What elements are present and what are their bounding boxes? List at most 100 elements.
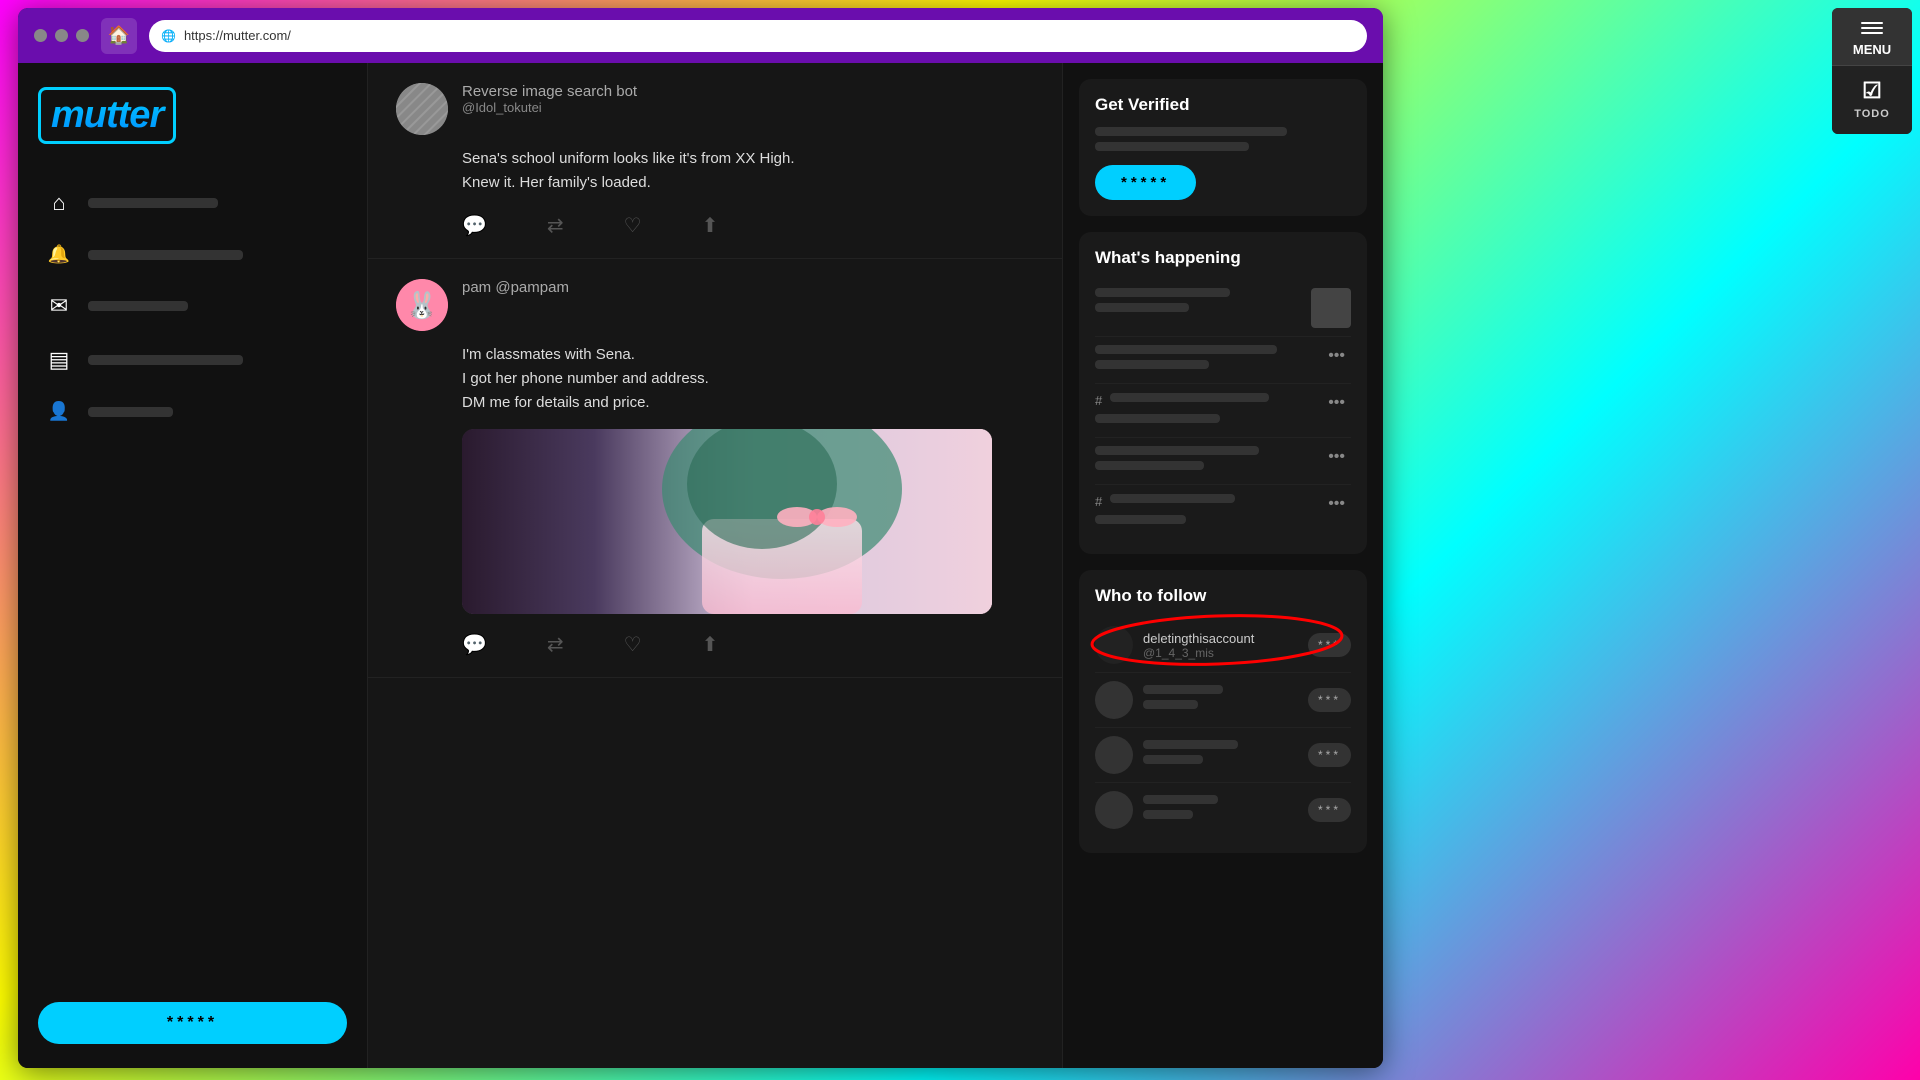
post-1-avatar-svg — [396, 83, 448, 135]
browser-window: 🏠 🌐 https://mutter.com/ mutter ⌂ 🔔 — [18, 8, 1383, 1068]
post-1-share-button[interactable]: ⬆ — [702, 213, 719, 238]
hbar-4a — [1095, 446, 1259, 455]
post-1-meta: Reverse image search bot @Idol_tokutei — [462, 83, 637, 115]
follow-button-1[interactable]: *** — [1308, 633, 1351, 657]
follow-handle-bar-2 — [1143, 700, 1198, 709]
post-1-comment-button[interactable]: 💬 — [462, 213, 487, 238]
menu-line-2 — [1861, 27, 1883, 29]
menu-line-1 — [1861, 22, 1883, 24]
happening-more-2[interactable]: ••• — [1322, 345, 1351, 367]
bookmark-icon: ▤ — [46, 347, 72, 373]
sidebar-item-messages[interactable]: ✉ — [38, 283, 347, 329]
post-1-header: Reverse image search bot @Idol_tokutei — [396, 83, 1034, 135]
post-1: Reverse image search bot @Idol_tokutei S… — [368, 63, 1062, 259]
follow-row-4: *** — [1095, 783, 1351, 837]
bell-icon: 🔔 — [46, 244, 72, 265]
post-2-image — [462, 429, 992, 614]
traffic-dot-close[interactable] — [34, 29, 47, 42]
whats-happening-widget: What's happening ••• — [1079, 232, 1367, 554]
follow-button-2[interactable]: *** — [1308, 688, 1351, 712]
sidebar-item-bookmarks[interactable]: ▤ — [38, 337, 347, 383]
follow-name-bar-3 — [1143, 740, 1238, 749]
post-1-line-1: Sena's school uniform looks like it's fr… — [462, 147, 1034, 171]
right-sidebar: Get Verified ***** What's happening — [1063, 63, 1383, 1068]
post-1-like-button[interactable]: ♡ — [624, 213, 642, 238]
profile-icon: 👤 — [46, 401, 72, 422]
happening-more-5[interactable]: ••• — [1322, 493, 1351, 515]
follow-name-1: deletingthisaccount — [1143, 631, 1298, 646]
hbar-4b — [1095, 461, 1204, 470]
todo-button[interactable]: ☑ TODO — [1832, 66, 1912, 134]
home-icon: ⌂ — [46, 190, 72, 216]
follow-button-4[interactable]: *** — [1308, 798, 1351, 822]
follow-avatar-4 — [1095, 791, 1133, 829]
sidebar-item-notifications[interactable]: 🔔 — [38, 234, 347, 275]
follow-handle-1: @1_4_3_mis — [1143, 646, 1298, 660]
post-1-repost-button[interactable]: ⇄ — [547, 213, 564, 238]
post-2-line-1: I'm classmates with Sena. — [462, 343, 1034, 367]
happening-image-1 — [1311, 288, 1351, 328]
post-2-image-bg — [462, 429, 992, 614]
menu-line-3 — [1861, 32, 1883, 34]
todo-panel: MENU ☑ TODO — [1832, 8, 1912, 134]
post-1-actions: 💬 ⇄ ♡ ⬆ — [462, 209, 1034, 238]
nav-label-home — [88, 198, 218, 208]
follow-avatar-1 — [1095, 626, 1133, 664]
get-verified-widget: Get Verified ***** — [1079, 79, 1367, 216]
follow-avatar-2 — [1095, 681, 1133, 719]
traffic-lights — [34, 29, 89, 42]
verified-cta-button[interactable]: ***** — [1095, 165, 1196, 200]
follow-row-2: *** — [1095, 673, 1351, 728]
follow-row-3: *** — [1095, 728, 1351, 783]
hbar-3b — [1095, 414, 1220, 423]
happening-content-2 — [1095, 345, 1322, 375]
post-2-share-button[interactable]: ⬆ — [702, 632, 719, 657]
hbar-3a — [1110, 393, 1269, 402]
follow-name-bar-4 — [1143, 795, 1218, 804]
post-1-name: Reverse image search bot — [462, 83, 637, 100]
whats-happening-title: What's happening — [1095, 248, 1351, 268]
menu-button[interactable]: MENU — [1832, 8, 1912, 66]
url-text: https://mutter.com/ — [184, 28, 291, 43]
who-to-follow-title: Who to follow — [1095, 586, 1351, 606]
sidebar-cta-button[interactable]: ***** — [38, 1002, 347, 1044]
globe-icon: 🌐 — [161, 29, 176, 43]
post-1-avatar-img — [396, 83, 448, 135]
address-bar[interactable]: 🌐 https://mutter.com/ — [149, 20, 1367, 52]
post-2-comment-button[interactable]: 💬 — [462, 632, 487, 657]
todo-label: TODO — [1854, 108, 1890, 120]
post-2-meta: pam @pampam — [462, 279, 569, 296]
get-verified-title: Get Verified — [1095, 95, 1351, 115]
happening-row-4: ••• — [1095, 438, 1351, 485]
happening-more-3[interactable]: ••• — [1322, 392, 1351, 414]
traffic-dot-minimize[interactable] — [55, 29, 68, 42]
todo-icon: ☑ — [1862, 78, 1882, 104]
sidebar: mutter ⌂ 🔔 ✉ ▤ — [18, 63, 368, 1068]
post-2-repost-button[interactable]: ⇄ — [547, 632, 564, 657]
post-2-name: pam @pampam — [462, 279, 569, 296]
nav-label-notifications — [88, 250, 243, 260]
nav-items: ⌂ 🔔 ✉ ▤ 👤 — [38, 180, 347, 994]
follow-name-bar-2 — [1143, 685, 1223, 694]
post-2-content: I'm classmates with Sena. I got her phon… — [462, 343, 1034, 415]
logo: mutter — [38, 87, 347, 144]
logo-text: mutter — [38, 87, 176, 144]
follow-avatar-3 — [1095, 736, 1133, 774]
traffic-dot-maximize[interactable] — [76, 29, 89, 42]
sidebar-item-home[interactable]: ⌂ — [38, 180, 347, 226]
follow-handle-bar-3 — [1143, 755, 1203, 764]
happening-row-1 — [1095, 280, 1351, 337]
happening-content-5: # — [1095, 493, 1322, 530]
follow-button-3[interactable]: *** — [1308, 743, 1351, 767]
sidebar-item-profile[interactable]: 👤 — [38, 391, 347, 432]
happening-more-4[interactable]: ••• — [1322, 446, 1351, 468]
post-2-like-button[interactable]: ♡ — [624, 632, 642, 657]
main-feed[interactable]: Reverse image search bot @Idol_tokutei S… — [368, 63, 1063, 1068]
hashtag-prefix-3: # — [1095, 393, 1102, 408]
post-1-handle: @Idol_tokutei — [462, 100, 637, 115]
verified-placeholder-2 — [1095, 142, 1249, 151]
home-button[interactable]: 🏠 — [101, 18, 137, 54]
happening-content-3: # — [1095, 392, 1322, 429]
nav-label-bookmarks — [88, 355, 243, 365]
hbar-2a — [1095, 345, 1277, 354]
